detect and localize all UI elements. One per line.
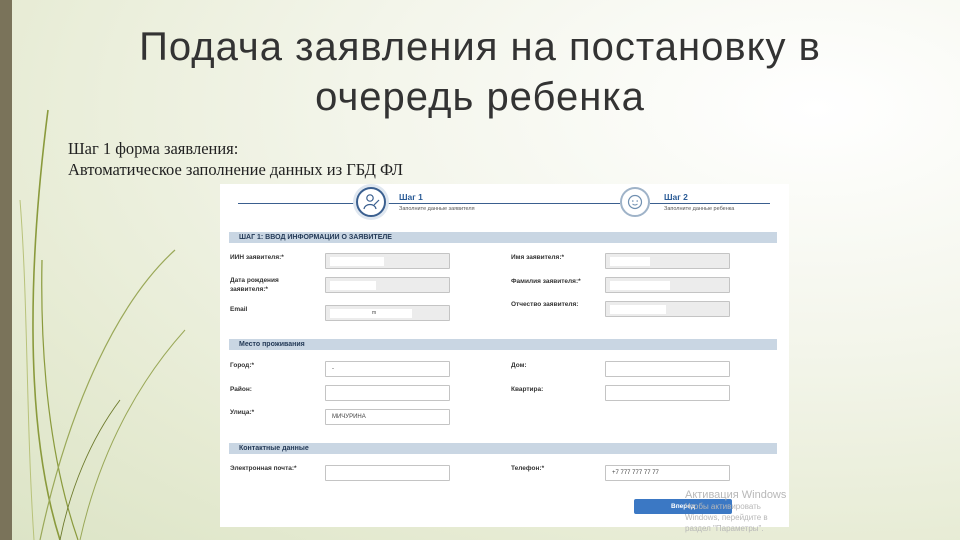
redacted-value: [330, 309, 412, 318]
dob-input[interactable]: [325, 277, 450, 293]
redacted-value: [610, 281, 670, 290]
windows-activation-watermark: Активация Windows Чтобы активировать Win…: [685, 490, 795, 534]
contact-email-label: Электронная почта:*: [230, 465, 297, 472]
slide-title-line-1: Подача заявления на постановку в: [139, 25, 821, 69]
step-2-title: Шаг 2: [664, 192, 688, 202]
house-input[interactable]: [605, 361, 730, 377]
apartment-label: Квартира:: [511, 386, 544, 393]
phone-input[interactable]: +7 777 777 77 77: [605, 465, 730, 481]
house-label: Дом:: [511, 362, 527, 369]
patronymic-label: Отчество заявителя:: [511, 301, 579, 308]
step-1-circle[interactable]: [356, 187, 386, 217]
slide-title: Подача заявления на постановку в очередь…: [60, 22, 900, 122]
dob-label: Дата рождения заявителя:*: [230, 277, 279, 293]
district-select[interactable]: [325, 385, 450, 401]
street-input[interactable]: МИЧУРИНА: [325, 409, 450, 425]
redacted-value: [610, 305, 666, 314]
section-header-contacts: Контактные данные: [229, 443, 777, 454]
section-header-residence: Место проживания: [229, 339, 777, 350]
step-line-right: [650, 203, 770, 204]
email-input[interactable]: m: [325, 305, 450, 321]
redacted-value: [610, 257, 650, 266]
watermark-line-1: Активация Windows: [685, 489, 787, 501]
step-1-subtitle: Заполните данные заявителя: [399, 206, 475, 212]
email-partial-text: m: [372, 310, 377, 316]
watermark-line-2: Чтобы активировать Windows, перейдите в …: [685, 502, 768, 533]
person-pen-icon: [363, 194, 380, 210]
step-indicator: Шаг 1 Заполните данные заявителя Шаг 2 З…: [220, 184, 789, 224]
step-1-title: Шаг 1: [399, 192, 423, 202]
redacted-value: [330, 257, 384, 266]
street-label: Улица:*: [230, 409, 255, 416]
step-line-left: [238, 203, 356, 204]
email-label: Email: [230, 306, 248, 313]
slide-subtitle: Шаг 1 форма заявления: Автоматическое за…: [68, 138, 403, 180]
form-screenshot: Шаг 1 Заполните данные заявителя Шаг 2 З…: [220, 184, 789, 527]
last-name-input[interactable]: [605, 277, 730, 293]
iin-input[interactable]: [325, 253, 450, 269]
step-2-subtitle: Заполните данные ребенка: [664, 206, 735, 212]
district-label: Район:: [230, 386, 252, 393]
last-name-label: Фамилия заявителя:*: [511, 278, 581, 285]
contact-email-input[interactable]: [325, 465, 450, 481]
step-line-middle: [386, 203, 620, 204]
first-name-label: Имя заявителя:*: [511, 254, 565, 261]
redacted-value: [330, 281, 376, 290]
subtitle-line-1: Шаг 1 форма заявления:: [68, 139, 239, 158]
patronymic-input[interactable]: [605, 301, 730, 317]
child-face-icon: [627, 194, 643, 210]
phone-label: Телефон:*: [511, 465, 545, 472]
section-header-applicant: ШАГ 1: ВВОД ИНФОРМАЦИИ О ЗАЯВИТЕЛЕ: [229, 232, 777, 243]
city-label: Город:*: [230, 362, 255, 369]
city-select[interactable]: -: [325, 361, 450, 377]
first-name-input[interactable]: [605, 253, 730, 269]
apartment-input[interactable]: [605, 385, 730, 401]
step-2-circle[interactable]: [620, 187, 650, 217]
iin-label: ИИН заявителя:*: [230, 254, 284, 261]
subtitle-line-2: Автоматическое заполнение данных из ГБД …: [68, 160, 403, 179]
slide-title-line-2: очередь ребенка: [315, 75, 645, 119]
